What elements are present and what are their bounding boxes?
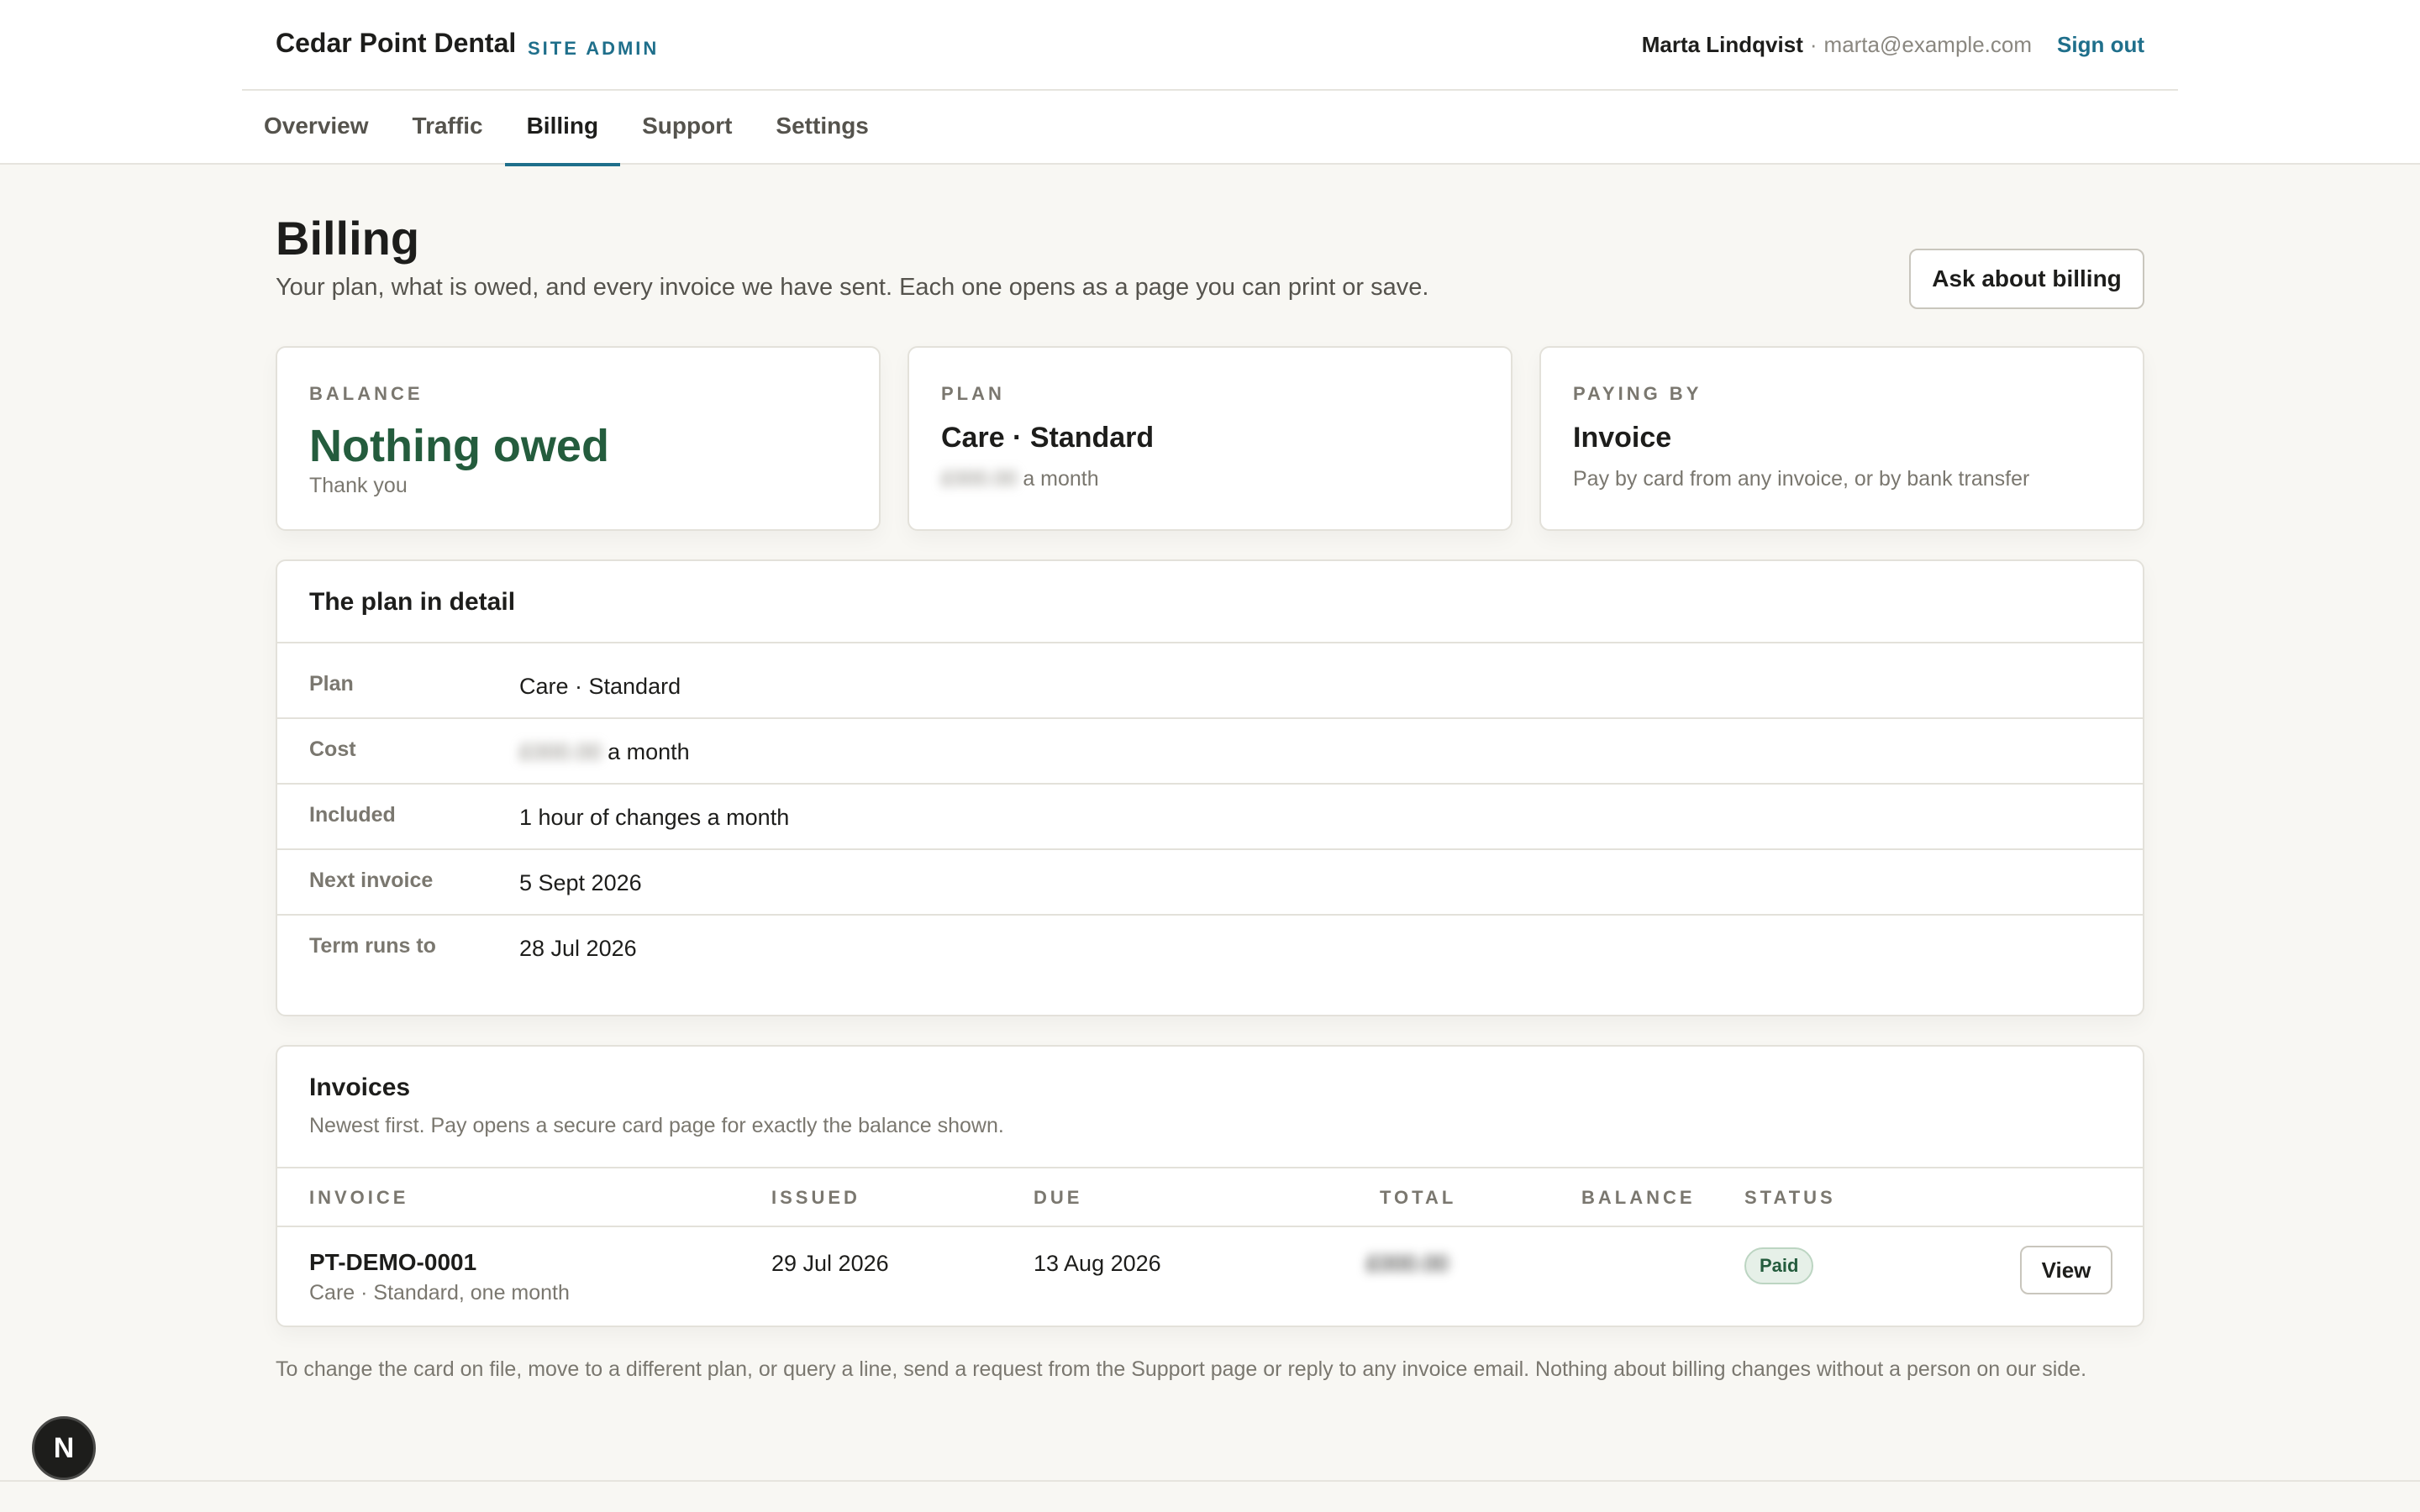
plan-card: PLAN Care · Standard £000.00 a month bbox=[908, 346, 1512, 531]
column-header-balance: BALANCE bbox=[1581, 1187, 1696, 1208]
invoice-due: 13 Aug 2026 bbox=[1034, 1251, 1161, 1276]
top-bar: Cedar Point Dental SITE ADMIN Marta Lind… bbox=[0, 0, 2420, 166]
user-area: Marta Lindqvist · marta@example.com Sign… bbox=[1642, 32, 2144, 58]
detail-row-term: Term runs to 28 Jul 2026 bbox=[277, 916, 2143, 981]
paying-by-value: Invoice bbox=[1573, 422, 1672, 454]
tab-overview[interactable]: Overview bbox=[242, 91, 391, 165]
plan-value: Care · Standard bbox=[941, 422, 1155, 454]
paying-by-card: PAYING BY Invoice Pay by card from any i… bbox=[1539, 346, 2144, 531]
tab-settings[interactable]: Settings bbox=[754, 91, 890, 165]
invoice-number: PT-DEMO-0001 bbox=[309, 1249, 477, 1275]
invoice-issued: 29 Jul 2026 bbox=[771, 1251, 889, 1276]
user-name: Marta Lindqvist bbox=[1641, 32, 1803, 57]
invoices-table-header: INVOICE ISSUED DUE TOTAL BALANCE STATUS bbox=[277, 1167, 2143, 1227]
detail-value: 28 Jul 2026 bbox=[519, 936, 637, 961]
invoices-card: Invoices Newest first. Pay opens a secur… bbox=[276, 1045, 2144, 1327]
site-admin-tag: SITE ADMIN bbox=[528, 38, 660, 59]
detail-label: Plan bbox=[309, 672, 354, 696]
invoice-total-redacted: £000.00 bbox=[1366, 1251, 1449, 1276]
detail-label: Next invoice bbox=[309, 869, 434, 892]
tab-support[interactable]: Support bbox=[620, 91, 754, 165]
balance-note: Thank you bbox=[309, 474, 408, 497]
detail-row-plan: Plan Care · Standard bbox=[277, 654, 2143, 719]
invoices-subtitle: Newest first. Pay opens a secure card pa… bbox=[309, 1114, 1004, 1137]
tab-traffic[interactable]: Traffic bbox=[391, 91, 505, 165]
main-nav-tabs: Overview Traffic Billing Support Setting… bbox=[242, 91, 891, 166]
plan-detail-header: The plan in detail bbox=[277, 561, 2143, 643]
column-header-invoice: INVOICE bbox=[309, 1187, 409, 1208]
header-row: Cedar Point Dental SITE ADMIN Marta Lind… bbox=[242, 0, 2178, 91]
user-separator: · bbox=[1809, 32, 1818, 57]
tab-billing[interactable]: Billing bbox=[504, 91, 621, 166]
detail-label: Term runs to bbox=[309, 934, 436, 958]
column-header-due: DUE bbox=[1034, 1187, 1083, 1208]
status-badge: Paid bbox=[1744, 1247, 1814, 1284]
detail-value: 1 hour of changes a month bbox=[519, 805, 790, 830]
balance-value: Nothing owed bbox=[309, 421, 609, 471]
user-email: marta@example.com bbox=[1823, 32, 2033, 57]
detail-row-cost: Cost £000.00 a month bbox=[277, 719, 2143, 785]
view-invoice-button[interactable]: View bbox=[2020, 1246, 2112, 1294]
column-header-total: TOTAL bbox=[1380, 1187, 1457, 1208]
plan-period: a month bbox=[1023, 467, 1099, 491]
detail-label: Cost bbox=[309, 738, 356, 761]
plan-price: £000.00 a month bbox=[941, 467, 1099, 491]
dev-tools-badge-icon[interactable]: N bbox=[32, 1416, 96, 1480]
balance-card: BALANCE Nothing owed Thank you bbox=[276, 346, 881, 531]
cost-period: a month bbox=[608, 739, 690, 764]
ask-about-billing-button[interactable]: Ask about billing bbox=[1909, 249, 2144, 309]
page-title: Billing bbox=[276, 212, 420, 265]
plan-amount-redacted: £000.00 bbox=[941, 467, 1018, 491]
footer-divider bbox=[0, 1480, 2420, 1482]
sign-out-link[interactable]: Sign out bbox=[2057, 32, 2144, 58]
detail-row-included: Included 1 hour of changes a month bbox=[277, 785, 2143, 850]
balance-label: BALANCE bbox=[309, 383, 424, 404]
column-header-issued: ISSUED bbox=[771, 1187, 860, 1208]
invoices-title: Invoices bbox=[309, 1074, 411, 1101]
plan-detail-card: The plan in detail Plan Care · Standard … bbox=[276, 559, 2144, 1016]
cost-amount-redacted: £000.00 bbox=[519, 739, 602, 764]
paying-by-label: PAYING BY bbox=[1573, 383, 1702, 404]
detail-row-next-invoice: Next invoice 5 Sept 2026 bbox=[277, 850, 2143, 916]
detail-value: £000.00 a month bbox=[519, 739, 690, 765]
site-name: Cedar Point Dental bbox=[276, 28, 517, 58]
detail-label: Included bbox=[309, 803, 396, 827]
detail-value: Care · Standard bbox=[519, 674, 681, 699]
table-row: PT-DEMO-0001 Care · Standard, one month … bbox=[277, 1227, 2143, 1328]
invoice-description: Care · Standard, one month bbox=[309, 1281, 570, 1305]
billing-footnote: To change the card on file, move to a di… bbox=[276, 1357, 2087, 1381]
page-subtitle: Your plan, what is owed, and every invoi… bbox=[276, 274, 1429, 301]
paying-by-note: Pay by card from any invoice, or by bank… bbox=[1573, 467, 2030, 491]
plan-label: PLAN bbox=[941, 383, 1005, 404]
detail-value: 5 Sept 2026 bbox=[519, 870, 642, 895]
column-header-status: STATUS bbox=[1744, 1187, 1836, 1208]
plan-detail-title: The plan in detail bbox=[309, 588, 516, 616]
